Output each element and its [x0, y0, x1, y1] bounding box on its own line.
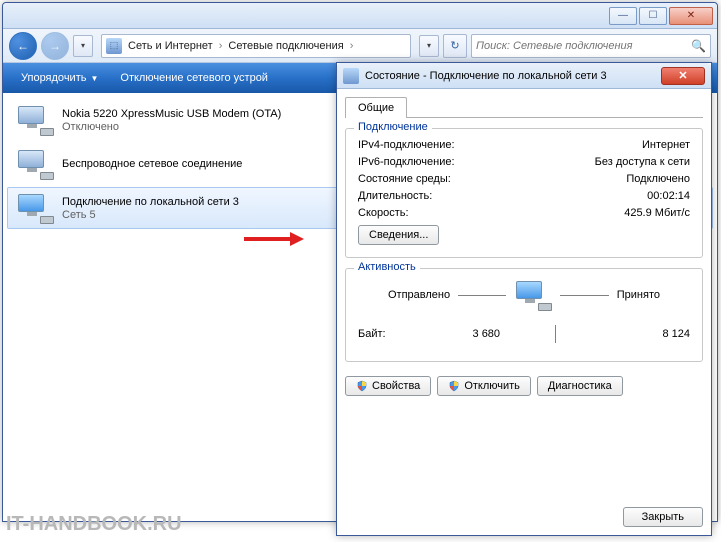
- row-value: 425.9 Мбит/с: [624, 207, 690, 219]
- details-button[interactable]: Сведения...: [358, 225, 439, 245]
- bytes-sent-value: 3 680: [420, 328, 500, 340]
- titlebar: — ☐ ✕: [3, 3, 717, 29]
- status-dialog: Состояние - Подключение по локальной сет…: [336, 62, 712, 536]
- dialog-close-button[interactable]: ✕: [661, 67, 705, 85]
- refresh-button[interactable]: ↻: [443, 34, 467, 58]
- connection-name: Nokia 5220 XpressMusic USB Modem (OTA): [62, 108, 281, 120]
- connection-icon: [16, 192, 54, 224]
- received-label: Принято: [617, 289, 660, 301]
- connection-status: Сеть 5: [62, 209, 239, 221]
- connection-icon: [16, 148, 54, 180]
- activity-fieldset: Активность Отправлено Принято Байт: 3 68…: [345, 268, 703, 362]
- network-status-icon: [343, 68, 359, 84]
- maximize-button[interactable]: ☐: [639, 7, 667, 25]
- sent-label: Отправлено: [388, 289, 450, 301]
- network-icon: ⬚: [106, 38, 122, 54]
- shield-icon: [448, 380, 460, 392]
- row-label: IPv4-подключение:: [358, 139, 455, 151]
- disable-label: Отключение сетевого устрой: [120, 72, 268, 84]
- connection-icon: [16, 104, 54, 136]
- row-value: 00:02:14: [647, 190, 690, 202]
- dialog-footer: Закрыть: [345, 499, 703, 527]
- search-box[interactable]: 🔍: [471, 34, 711, 58]
- row-label: Скорость:: [358, 207, 409, 219]
- activity-line: [560, 295, 608, 296]
- search-input[interactable]: [476, 40, 687, 52]
- close-button[interactable]: ✕: [669, 7, 713, 25]
- bytes-label: Байт:: [358, 328, 386, 340]
- separator: [555, 325, 556, 343]
- diagnose-button[interactable]: Диагностика: [537, 376, 623, 396]
- connection-name: Беспроводное сетевое соединение: [62, 158, 242, 170]
- breadcrumb-item[interactable]: Сеть и Интернет: [128, 40, 213, 52]
- action-buttons: Свойства Отключить Диагностика: [345, 376, 703, 396]
- properties-button[interactable]: Свойства: [345, 376, 431, 396]
- button-label: Отключить: [464, 380, 520, 392]
- button-label: Свойства: [372, 380, 420, 392]
- activity-line: [458, 295, 506, 296]
- row-value: Без доступа к сети: [595, 156, 690, 168]
- history-dropdown[interactable]: ▾: [73, 35, 93, 57]
- organize-label: Упорядочить: [21, 72, 86, 84]
- watermark: IT-HANDBOOK.RU: [6, 513, 182, 536]
- activity-icon: [514, 279, 552, 311]
- dialog-titlebar: Состояние - Подключение по локальной сет…: [337, 63, 711, 89]
- chevron-right-icon: ›: [219, 40, 223, 52]
- breadcrumb-item[interactable]: Сетевые подключения: [228, 40, 343, 52]
- annotation-arrow: [244, 232, 304, 246]
- row-label: IPv6-подключение:: [358, 156, 455, 168]
- fieldset-legend: Активность: [354, 261, 420, 273]
- forward-button[interactable]: →: [41, 32, 69, 60]
- disable-button[interactable]: Отключить: [437, 376, 531, 396]
- address-bar[interactable]: ⬚ Сеть и Интернет › Сетевые подключения …: [101, 34, 411, 58]
- tab-general[interactable]: Общие: [345, 97, 407, 118]
- connection-name: Подключение по локальной сети 3: [62, 196, 239, 208]
- minimize-button[interactable]: —: [609, 7, 637, 25]
- navbar: ← → ▾ ⬚ Сеть и Интернет › Сетевые подклю…: [3, 29, 717, 63]
- tab-strip: Общие: [345, 97, 703, 118]
- search-icon: 🔍: [691, 39, 706, 53]
- row-label: Состояние среды:: [358, 173, 451, 185]
- dropdown-arrow-icon: ▼: [90, 74, 98, 83]
- chevron-right-icon: ›: [350, 40, 354, 52]
- close-dialog-button[interactable]: Закрыть: [623, 507, 703, 527]
- connection-fieldset: Подключение IPv4-подключение:Интернет IP…: [345, 128, 703, 258]
- row-label: Длительность:: [358, 190, 432, 202]
- bytes-received-value: 8 124: [610, 328, 690, 340]
- back-button[interactable]: ←: [9, 32, 37, 60]
- row-value: Интернет: [642, 139, 690, 151]
- row-value: Подключено: [626, 173, 690, 185]
- connection-status: Отключено: [62, 121, 281, 133]
- shield-icon: [356, 380, 368, 392]
- disable-device-button[interactable]: Отключение сетевого устрой: [110, 68, 278, 88]
- organize-menu[interactable]: Упорядочить ▼: [11, 68, 108, 88]
- dialog-body: Общие Подключение IPv4-подключение: Интер…: [337, 89, 711, 535]
- address-dropdown[interactable]: ▾: [419, 35, 439, 57]
- dialog-title: Состояние - Подключение по локальной сет…: [365, 70, 655, 82]
- fieldset-legend: Подключение: [354, 121, 432, 133]
